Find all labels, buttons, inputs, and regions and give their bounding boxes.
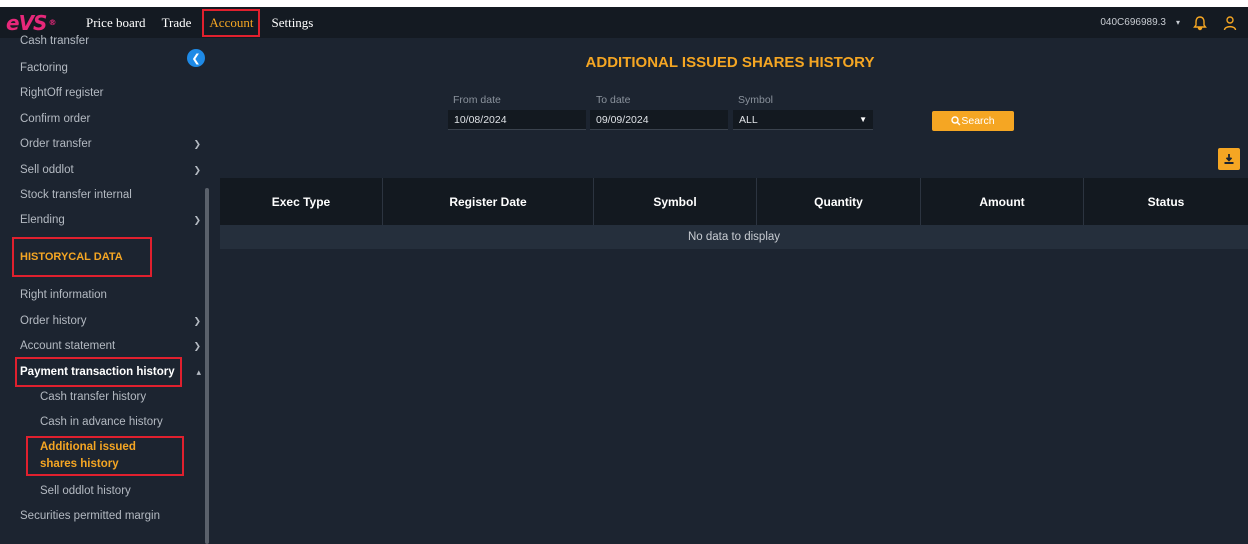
from-date-input[interactable]: 10/08/2024 (448, 110, 586, 130)
nav-settings[interactable]: Settings (263, 7, 321, 38)
from-date-value: 10/08/2024 (454, 113, 507, 126)
sidebar-item-label: RightOff register (20, 87, 104, 99)
sidebar: ❮ Cash transfer Factoring RightOff regis… (0, 35, 212, 544)
sidebar-item-account-statement[interactable]: Account statement ❯ (0, 335, 205, 357)
account-number[interactable]: 040C696989.3 (1100, 17, 1166, 28)
column-amount[interactable]: Amount (921, 178, 1084, 225)
symbol-label: Symbol (738, 94, 774, 106)
sidebar-item-label: Sell oddlot (20, 164, 74, 176)
empty-table-message: No data to display (220, 225, 1248, 249)
from-date-label: From date (453, 94, 501, 106)
chevron-down-icon: ❯ (193, 214, 201, 225)
sidebar-item-confirm-order[interactable]: Confirm order (0, 108, 205, 130)
sidebar-item-stock-transfer-internal[interactable]: Stock transfer internal (0, 184, 205, 206)
sidebar-item-payment-transaction-history[interactable]: Payment transaction history ▴ (0, 361, 205, 383)
nav-account[interactable]: Account (202, 8, 261, 37)
to-date-value: 09/09/2024 (596, 113, 649, 126)
history-table: Exec Type Register Date Symbol Quantity … (220, 178, 1248, 249)
top-white-strip (0, 0, 1248, 7)
download-icon (1224, 154, 1234, 164)
sidebar-item-label: Cash transfer history (40, 391, 147, 403)
sidebar-item-label: Cash in advance history (40, 416, 163, 428)
column-status[interactable]: Status (1084, 178, 1248, 225)
account-dropdown-icon[interactable]: ▾ (1176, 18, 1180, 27)
chevron-down-icon: ❯ (193, 315, 201, 326)
symbol-value: ALL (739, 113, 758, 126)
sidebar-item-label: Elending (20, 214, 65, 226)
sidebar-item-label: Confirm order (20, 113, 91, 125)
chevron-up-icon: ▴ (196, 366, 201, 377)
section-historical-data: HISTORYCAL DATA (12, 237, 152, 277)
sidebar-subitem-cash-in-advance-history[interactable]: Cash in advance history (0, 411, 205, 433)
column-symbol[interactable]: Symbol (594, 178, 757, 225)
search-icon (951, 116, 961, 126)
download-button[interactable] (1218, 148, 1240, 170)
to-date-input[interactable]: 09/09/2024 (590, 110, 728, 130)
sidebar-item-securities-permitted-margin[interactable]: Securities permitted margin (0, 505, 205, 527)
sidebar-item-label: Stock transfer internal (20, 189, 132, 201)
search-button[interactable]: Search (932, 111, 1014, 131)
sidebar-scrollbar[interactable] (205, 188, 209, 544)
sidebar-item-rightoff-register[interactable]: RightOff register (0, 82, 205, 104)
sidebar-item-label: Securities permitted margin (20, 510, 160, 522)
sidebar-item-label: Right information (20, 289, 107, 301)
sidebar-item-cash-transfer[interactable]: Cash transfer (0, 34, 205, 48)
symbol-select[interactable]: ALL ▼ (733, 110, 873, 130)
bell-icon[interactable] (1190, 13, 1210, 33)
sidebar-item-elending[interactable]: Elending ❯ (0, 209, 205, 231)
user-icon[interactable] (1220, 13, 1240, 33)
sidebar-subitem-cash-transfer-history[interactable]: Cash transfer history (0, 386, 205, 408)
sidebar-item-label: Factoring (20, 62, 68, 74)
sidebar-item-right-information[interactable]: Right information (0, 284, 205, 306)
sidebar-subitem-sell-oddlot-history[interactable]: Sell oddlot history (0, 480, 205, 502)
chevron-down-icon: ❯ (193, 138, 201, 149)
top-right-controls: 040C696989.3 ▾ (1100, 7, 1240, 38)
sidebar-item-label: Payment transaction history (20, 366, 175, 378)
column-exec-type[interactable]: Exec Type (220, 178, 383, 225)
chevron-down-icon: ❯ (193, 340, 201, 351)
column-register-date[interactable]: Register Date (383, 178, 594, 225)
sidebar-item-order-history[interactable]: Order history ❯ (0, 310, 205, 332)
search-button-label: Search (961, 115, 995, 127)
logo-text: eVS (6, 10, 47, 35)
table-header: Exec Type Register Date Symbol Quantity … (220, 178, 1248, 225)
page-title: ADDITIONAL ISSUED SHARES HISTORY (585, 54, 875, 71)
chevron-down-icon: ▼ (859, 115, 867, 124)
sidebar-item-label: Cash transfer (20, 35, 90, 47)
chevron-down-icon: ❯ (193, 164, 201, 175)
column-quantity[interactable]: Quantity (757, 178, 921, 225)
sidebar-item-label: Account statement (20, 340, 116, 352)
sidebar-item-factoring[interactable]: Factoring (0, 57, 205, 79)
sidebar-subitem-additional-issued-shares-history[interactable]: Additional issued shares history (0, 437, 160, 477)
sidebar-item-label: Order history (20, 315, 87, 327)
sidebar-item-sell-oddlot[interactable]: Sell oddlot ❯ (0, 159, 205, 181)
to-date-label: To date (596, 94, 631, 106)
main-content: ADDITIONAL ISSUED SHARES HISTORY From da… (212, 38, 1248, 544)
sidebar-item-label: Order transfer (20, 138, 92, 150)
sidebar-item-label: Sell oddlot history (40, 485, 131, 497)
sidebar-item-order-transfer[interactable]: Order transfer ❯ (0, 133, 205, 155)
